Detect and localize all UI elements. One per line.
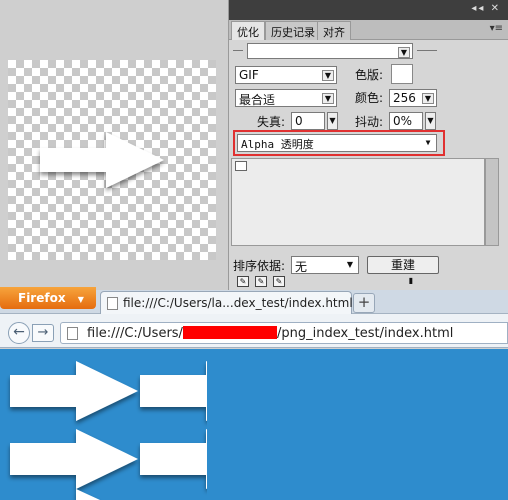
preset-select[interactable]: ▼ (247, 43, 413, 59)
tab-history[interactable]: 历史记录 (265, 21, 321, 40)
dither-stepper[interactable]: ▼ (425, 112, 436, 130)
chevron-down-icon: ▼ (322, 93, 334, 104)
optimize-panel: ◂◂ ✕ 优化 历史记录 对齐 ▾≡ ▼ GIF ▼ 色版: 最合适 ▼ 颜色:… (228, 0, 508, 290)
method-value: 最合适 (239, 93, 276, 107)
color-table-scrollbar[interactable] (485, 158, 499, 246)
arrow-graphic (40, 132, 164, 188)
tab-title: file:///C:/Users/la...dex_test/index.htm… (123, 296, 353, 310)
chevron-down-icon: ▼ (77, 295, 84, 304)
firefox-menu-button[interactable]: Firefox ▼ (0, 287, 96, 309)
separator (417, 50, 437, 51)
palette-swatch[interactable] (391, 64, 413, 84)
color-table (231, 158, 485, 246)
back-button[interactable]: ← (8, 322, 30, 344)
sort-label: 排序依据: (233, 259, 286, 273)
lossy-stepper[interactable]: ▼ (327, 112, 338, 130)
edit-color-icon[interactable]: ✎ (273, 276, 285, 287)
sort-value: 无 (295, 260, 308, 274)
tab-align[interactable]: 对齐 (317, 21, 351, 40)
browser-tab[interactable]: file:///C:/Users/la...dex_test/index.htm… (100, 291, 353, 315)
format-value: GIF (239, 68, 259, 82)
panel-titlebar: ◂◂ ✕ (229, 0, 508, 20)
url-text-end: /png_index_test/index.html (277, 326, 454, 341)
lossy-value: 0 (295, 114, 303, 128)
transparency-select[interactable]: Alpha 透明度 ▼ (237, 134, 437, 152)
page-icon (67, 327, 78, 340)
colors-label: 颜色: (355, 91, 384, 105)
color-swatch[interactable] (235, 161, 247, 171)
chevron-down-icon: ▼ (422, 93, 434, 104)
tab-optimize[interactable]: 优化 (231, 21, 265, 40)
page-content (0, 349, 508, 500)
dither-input[interactable]: 0% (389, 112, 423, 130)
lossy-label: 失真: (257, 115, 286, 129)
forward-button[interactable]: → (32, 324, 54, 342)
rebuild-button[interactable]: 重建 (367, 256, 439, 274)
new-tab-button[interactable]: + (353, 293, 375, 313)
reduction-method-select[interactable]: 最合适 ▼ (235, 89, 337, 107)
lossy-input[interactable]: 0 (291, 112, 325, 130)
panel-menu-icon[interactable]: ▾≡ (490, 23, 503, 34)
panel-tabs: 优化 历史记录 对齐 ▾≡ (229, 20, 508, 40)
colors-value: 256 (393, 91, 416, 105)
chevron-down-icon: ▼ (398, 47, 410, 58)
chevron-down-icon: ▼ (425, 138, 431, 147)
new-color-icon[interactable]: ▮ (405, 276, 417, 287)
url-text-start: file:///C:/Users/ (87, 326, 183, 341)
palette-label: 色版: (355, 68, 384, 82)
firefox-button-label: Firefox (18, 291, 66, 305)
dither-label: 抖动: (355, 115, 384, 129)
transparency-value: Alpha 透明度 (241, 138, 314, 151)
edit-color-icon[interactable]: ✎ (255, 276, 267, 287)
redaction-bar (183, 326, 277, 339)
separator (233, 50, 243, 51)
panel-window-controls[interactable]: ◂◂ ✕ (471, 3, 501, 14)
page-icon (107, 297, 118, 310)
dither-value: 0% (393, 114, 413, 128)
format-select[interactable]: GIF ▼ (235, 66, 337, 84)
edit-color-icon[interactable]: ✎ (237, 276, 249, 287)
colors-select[interactable]: 256 ▼ (389, 89, 437, 107)
sort-select[interactable]: 无 ▼ (291, 256, 359, 274)
chevron-down-icon: ▼ (346, 260, 354, 269)
arrow-images (10, 361, 207, 500)
url-bar[interactable]: file:///C:/Users/ /png_index_test/index.… (60, 322, 508, 344)
chevron-down-icon: ▼ (322, 70, 334, 81)
